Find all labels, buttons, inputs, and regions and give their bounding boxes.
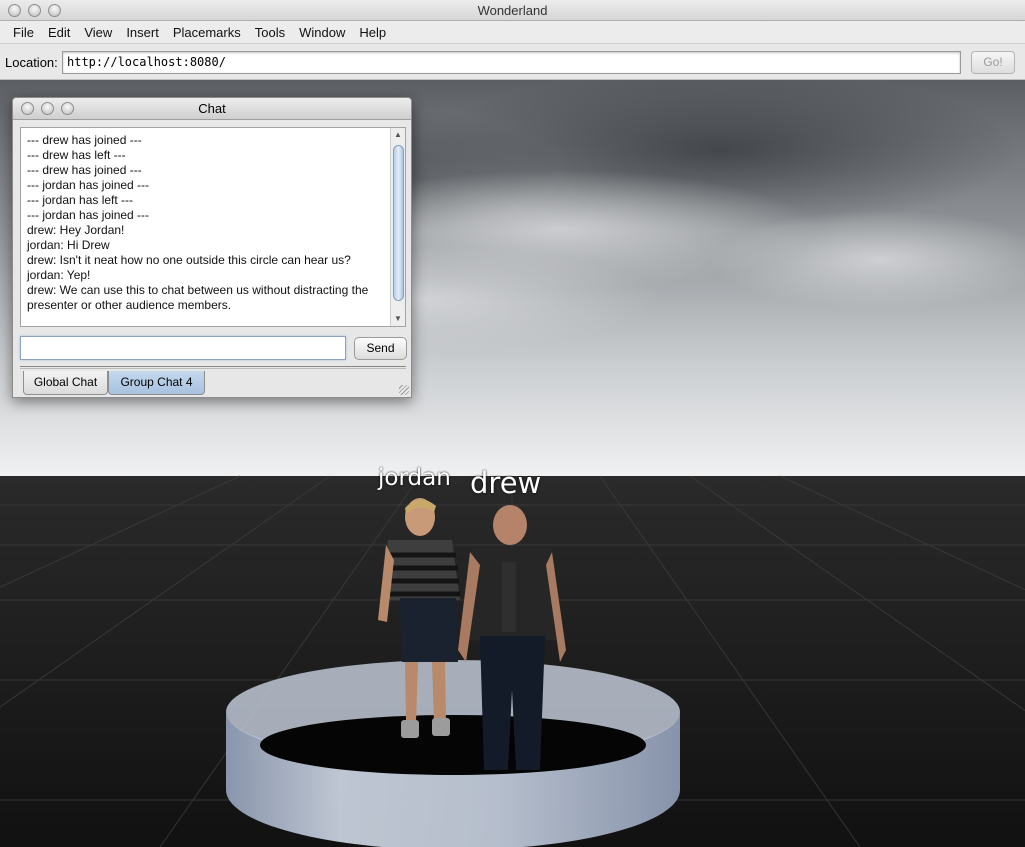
tab-global-chat[interactable]: Global Chat	[23, 371, 108, 395]
avatar-label-jordan: jordan	[378, 465, 451, 491]
chat-line: --- drew has joined ---	[27, 163, 142, 177]
window-title: Wonderland	[477, 3, 548, 18]
chat-line: drew: Isn't it neat how no one outside t…	[27, 253, 351, 267]
menu-window[interactable]: Window	[292, 21, 352, 44]
location-input[interactable]: http://localhost:8080/	[62, 51, 961, 74]
chat-line: jordan: Hi Drew	[27, 238, 110, 252]
resize-grip-icon[interactable]	[399, 385, 409, 395]
chat-message-input[interactable]	[20, 336, 346, 360]
chat-zoom-button[interactable]	[61, 102, 74, 115]
chat-window: Chat --- drew has joined --- --- drew ha…	[12, 97, 412, 398]
chat-scrollbar[interactable]: ▲ ▼	[390, 128, 405, 326]
chat-line: --- drew has joined ---	[27, 133, 142, 147]
menu-insert[interactable]: Insert	[119, 21, 166, 44]
chat-minimize-button[interactable]	[41, 102, 54, 115]
window-controls	[8, 4, 61, 17]
chat-line: jordan: Yep!	[27, 268, 91, 282]
menu-file[interactable]: File	[6, 21, 41, 44]
chat-title-bar[interactable]: Chat	[13, 98, 411, 120]
menu-view[interactable]: View	[77, 21, 119, 44]
minimize-window-button[interactable]	[28, 4, 41, 17]
chat-messages: --- drew has joined --- --- drew has lef…	[27, 133, 387, 313]
chat-line: drew: Hey Jordan!	[27, 223, 125, 237]
menu-placemarks[interactable]: Placemarks	[166, 21, 248, 44]
location-label: Location:	[5, 55, 58, 70]
scrollbar-thumb[interactable]	[393, 145, 404, 301]
go-button[interactable]: Go!	[971, 51, 1015, 74]
tab-group-chat-4[interactable]: Group Chat 4	[108, 371, 205, 395]
chat-tab-strip	[20, 366, 406, 369]
app-title-bar: Wonderland	[0, 0, 1025, 21]
scroll-down-arrow-icon[interactable]: ▼	[391, 312, 405, 326]
chat-close-button[interactable]	[21, 102, 34, 115]
menu-edit[interactable]: Edit	[41, 21, 77, 44]
chat-log[interactable]: --- drew has joined --- --- drew has lef…	[20, 127, 406, 327]
menu-tools[interactable]: Tools	[248, 21, 292, 44]
chat-window-controls	[21, 102, 74, 115]
chat-line: --- jordan has joined ---	[27, 178, 150, 192]
send-button[interactable]: Send	[354, 337, 407, 360]
chat-line: --- drew has left ---	[27, 148, 126, 162]
scroll-up-arrow-icon[interactable]: ▲	[391, 128, 405, 142]
chat-title: Chat	[198, 101, 226, 116]
location-bar: Location: http://localhost:8080/ Go!	[0, 44, 1025, 80]
chat-line: drew: We can use this to chat between us…	[27, 283, 369, 312]
close-window-button[interactable]	[8, 4, 21, 17]
zoom-window-button[interactable]	[48, 4, 61, 17]
menu-help[interactable]: Help	[352, 21, 393, 44]
avatar-label-drew: drew	[470, 466, 542, 500]
chat-line: --- jordan has joined ---	[27, 208, 150, 222]
menu-bar: File Edit View Insert Placemarks Tools W…	[0, 21, 1025, 44]
chat-line: --- jordan has left ---	[27, 193, 134, 207]
